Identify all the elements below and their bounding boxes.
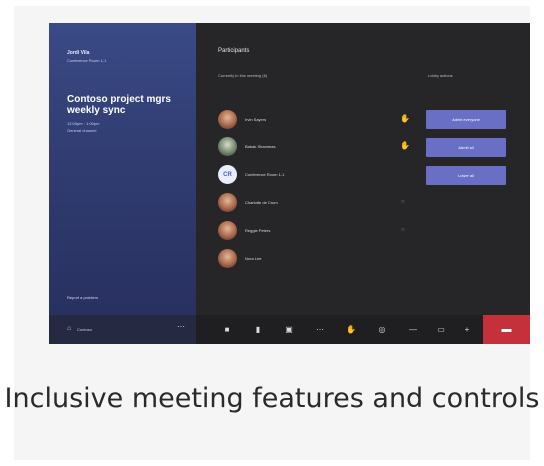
mic-icon[interactable]: ▮ (252, 324, 264, 336)
more-options-icon[interactable]: ⋯ (177, 323, 185, 331)
organizer-subtitle: Conference Room 1-1 (67, 58, 107, 63)
hand-icon[interactable]: ✋ (345, 324, 357, 336)
participant-row[interactable]: CR Conference Room 1-1 (218, 165, 408, 185)
admit-all-button[interactable]: Admit all (426, 138, 506, 157)
settings-icon[interactable]: ▭ (435, 324, 447, 336)
meeting-title: Contoso project mgrs weekly sync (67, 94, 171, 116)
avatar (218, 193, 237, 212)
avatar: CR (218, 165, 237, 184)
participant-name: Nora Lee (245, 256, 262, 261)
avatar (218, 110, 237, 129)
org-label: Contoso (77, 327, 92, 332)
participant-name: Irvin Sayers (245, 117, 267, 122)
people-icon[interactable]: — (407, 324, 419, 336)
participant-row[interactable]: Babak Shammas ✋ (218, 137, 410, 157)
phone-hangup-icon[interactable]: ▬ (483, 315, 530, 344)
lower-all-button[interactable]: Lower all (426, 166, 506, 185)
participant-name: Babak Shammas (245, 144, 276, 149)
mic-off-icon: ○ (401, 199, 405, 205)
participant-row[interactable]: Reggie Peters ○ (218, 221, 408, 241)
share-icon[interactable]: ▣ (283, 324, 295, 336)
control-bar-left: ⌂ Contoso ⋯ (49, 315, 196, 344)
chat-icon[interactable]: ◎ (376, 324, 388, 336)
organizer-name: Jordi Vila (67, 50, 90, 56)
participants-title: Participants (218, 48, 250, 54)
report-problem-link[interactable]: Report a problem (67, 295, 98, 300)
caption: Inclusive meeting features and controls (4, 383, 540, 414)
meeting-info-panel: Jordi Vila Conference Room 1-1 Contoso p… (49, 23, 196, 315)
raised-hand-icon: ✋ (400, 114, 410, 123)
raised-hand-icon: ✋ (400, 141, 410, 150)
participant-name: Reggie Peters (245, 228, 271, 233)
mic-off-icon: ○ (401, 227, 405, 233)
meeting-time: 12:00pm · 1:00pm (67, 121, 100, 126)
avatar (218, 249, 237, 268)
avatar (218, 137, 237, 156)
lobby-actions-header: Lobby actions (428, 73, 453, 78)
plus-icon[interactable]: + (461, 324, 473, 336)
participant-row[interactable]: Nora Lee (218, 249, 408, 269)
avatar (218, 221, 237, 240)
participant-row[interactable]: Irvin Sayers ✋ (218, 110, 410, 130)
camera-icon[interactable]: ■ (221, 324, 233, 336)
participant-name: Charlotte de Crum (245, 200, 278, 205)
participants-panel: Participants Currently in this meeting (… (196, 23, 530, 315)
in-meeting-header: Currently in this meeting (6) (218, 73, 268, 78)
participant-name: Conference Room 1-1 (245, 172, 285, 177)
meeting-channel: General channel (67, 128, 97, 133)
lock-icon: ⌂ (67, 325, 72, 332)
meeting-screenshot: Jordi Vila Conference Room 1-1 Contoso p… (49, 23, 530, 344)
meeting-control-bar: ⌂ Contoso ⋯ ■ ▮ ▣ ⋯ ✋ ◎ — ▭ + ▬ (49, 315, 530, 344)
participant-row[interactable]: Charlotte de Crum ○ (218, 193, 408, 213)
more-icon[interactable]: ⋯ (314, 324, 326, 336)
admit-everyone-button[interactable]: Admit everyone (426, 110, 506, 129)
